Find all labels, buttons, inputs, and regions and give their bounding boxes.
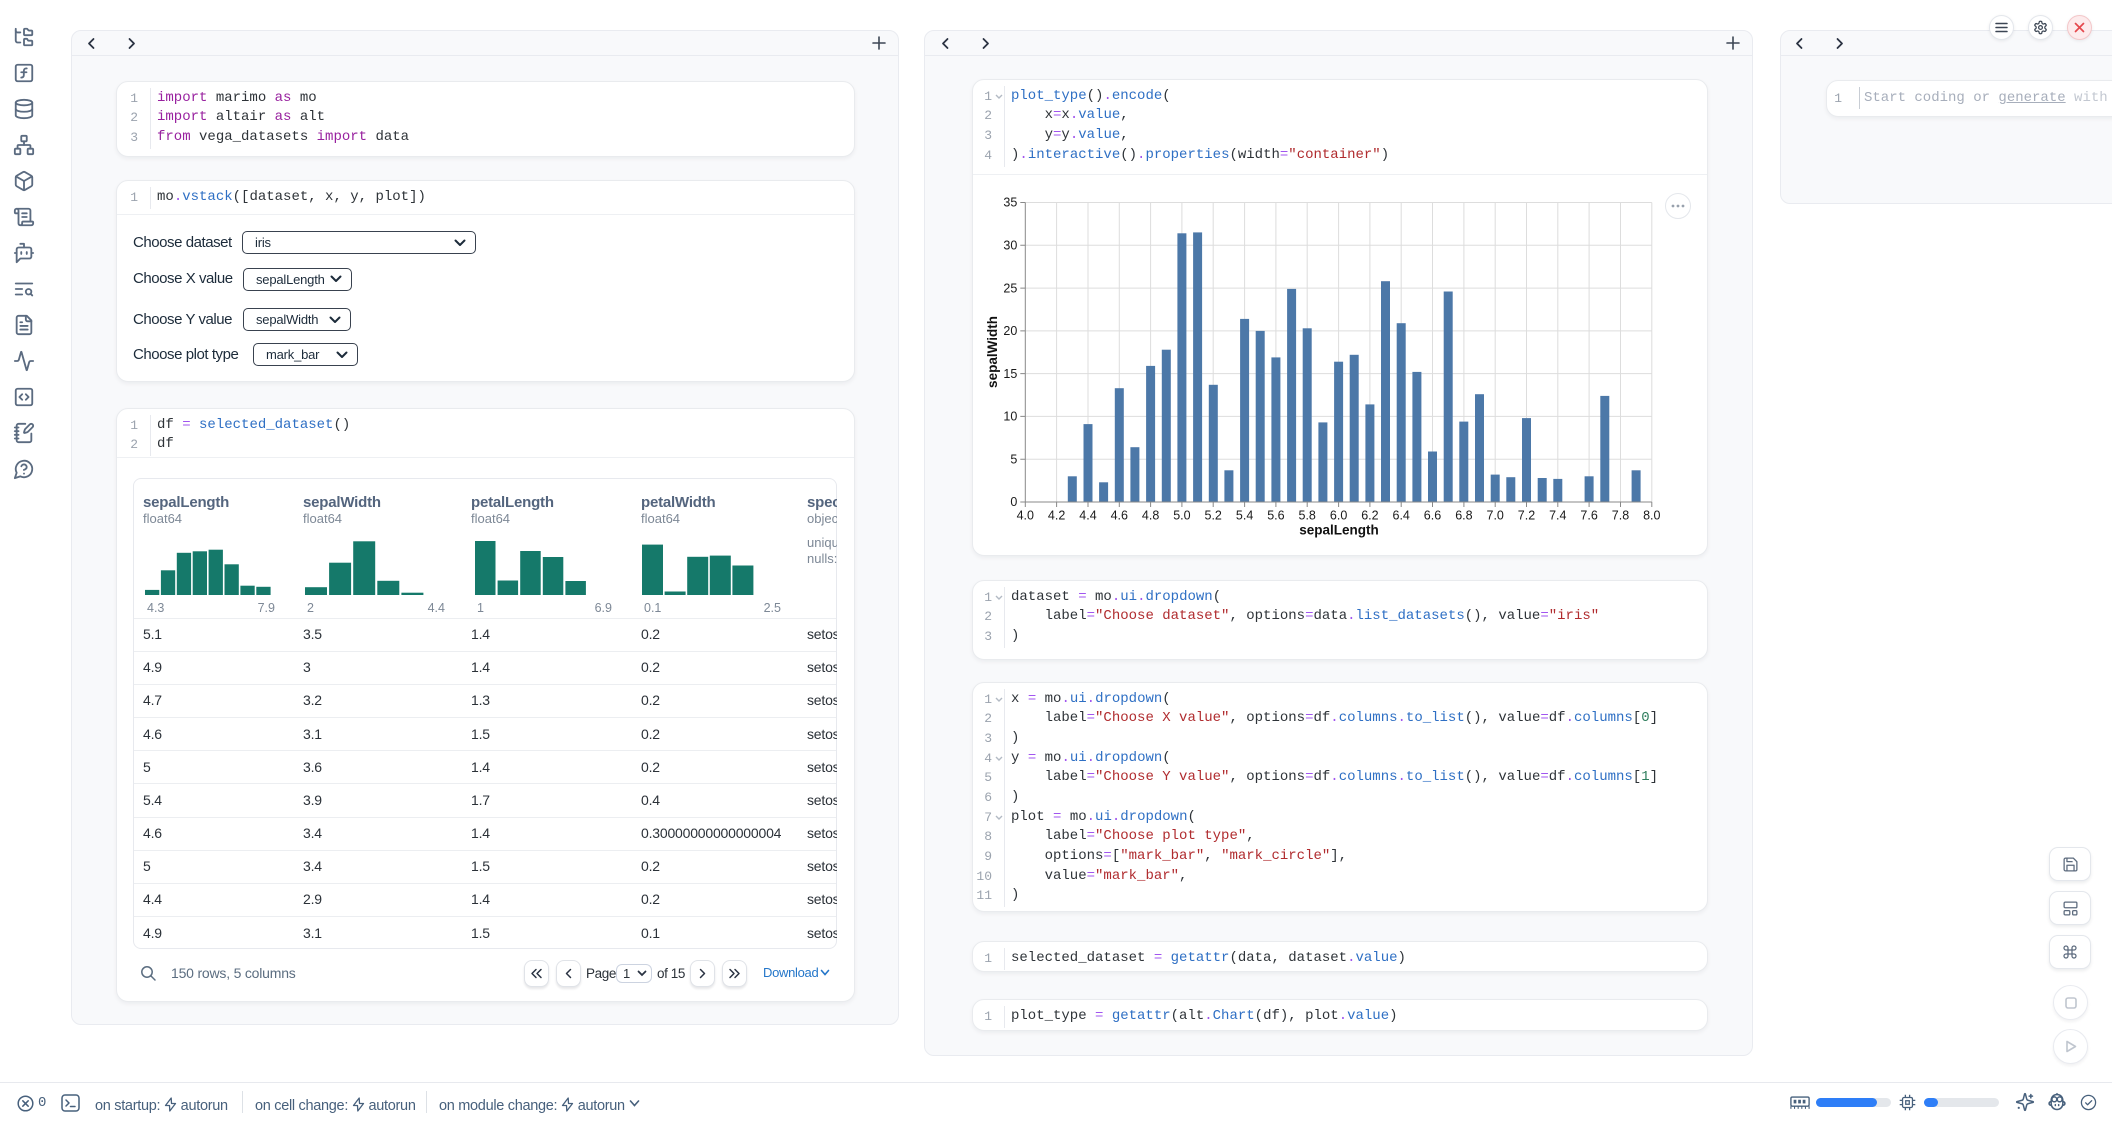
svg-text:7.6: 7.6	[1580, 509, 1597, 523]
svg-text:5.0: 5.0	[1173, 509, 1190, 523]
svg-text:15: 15	[1003, 367, 1017, 381]
svg-text:5.8: 5.8	[1299, 509, 1316, 523]
svg-text:30: 30	[1003, 239, 1017, 253]
svg-text:6.6: 6.6	[1424, 509, 1441, 523]
svg-text:0: 0	[1010, 495, 1017, 509]
svg-text:sepalLength: sepalLength	[1299, 523, 1379, 538]
svg-text:5.6: 5.6	[1267, 509, 1284, 523]
svg-text:35: 35	[1003, 196, 1017, 210]
svg-text:7.2: 7.2	[1518, 509, 1535, 523]
svg-text:7.8: 7.8	[1612, 509, 1629, 523]
svg-text:4.4: 4.4	[1079, 509, 1096, 523]
svg-text:6.0: 6.0	[1330, 509, 1347, 523]
svg-text:4.6: 4.6	[1111, 509, 1128, 523]
svg-text:sepalWidth: sepalWidth	[985, 316, 1000, 388]
svg-text:7.4: 7.4	[1549, 509, 1566, 523]
svg-text:5: 5	[1010, 452, 1017, 466]
svg-text:5.2: 5.2	[1205, 509, 1222, 523]
svg-text:20: 20	[1003, 324, 1017, 338]
svg-text:7.0: 7.0	[1487, 509, 1504, 523]
svg-text:4.2: 4.2	[1048, 509, 1065, 523]
svg-text:25: 25	[1003, 281, 1017, 295]
svg-text:8.0: 8.0	[1643, 509, 1660, 523]
svg-text:4.8: 4.8	[1142, 509, 1159, 523]
svg-text:4.0: 4.0	[1017, 509, 1034, 523]
svg-text:6.8: 6.8	[1455, 509, 1472, 523]
svg-text:10: 10	[1003, 410, 1017, 424]
svg-text:6.4: 6.4	[1393, 509, 1410, 523]
svg-text:5.4: 5.4	[1236, 509, 1253, 523]
svg-text:6.2: 6.2	[1361, 509, 1378, 523]
